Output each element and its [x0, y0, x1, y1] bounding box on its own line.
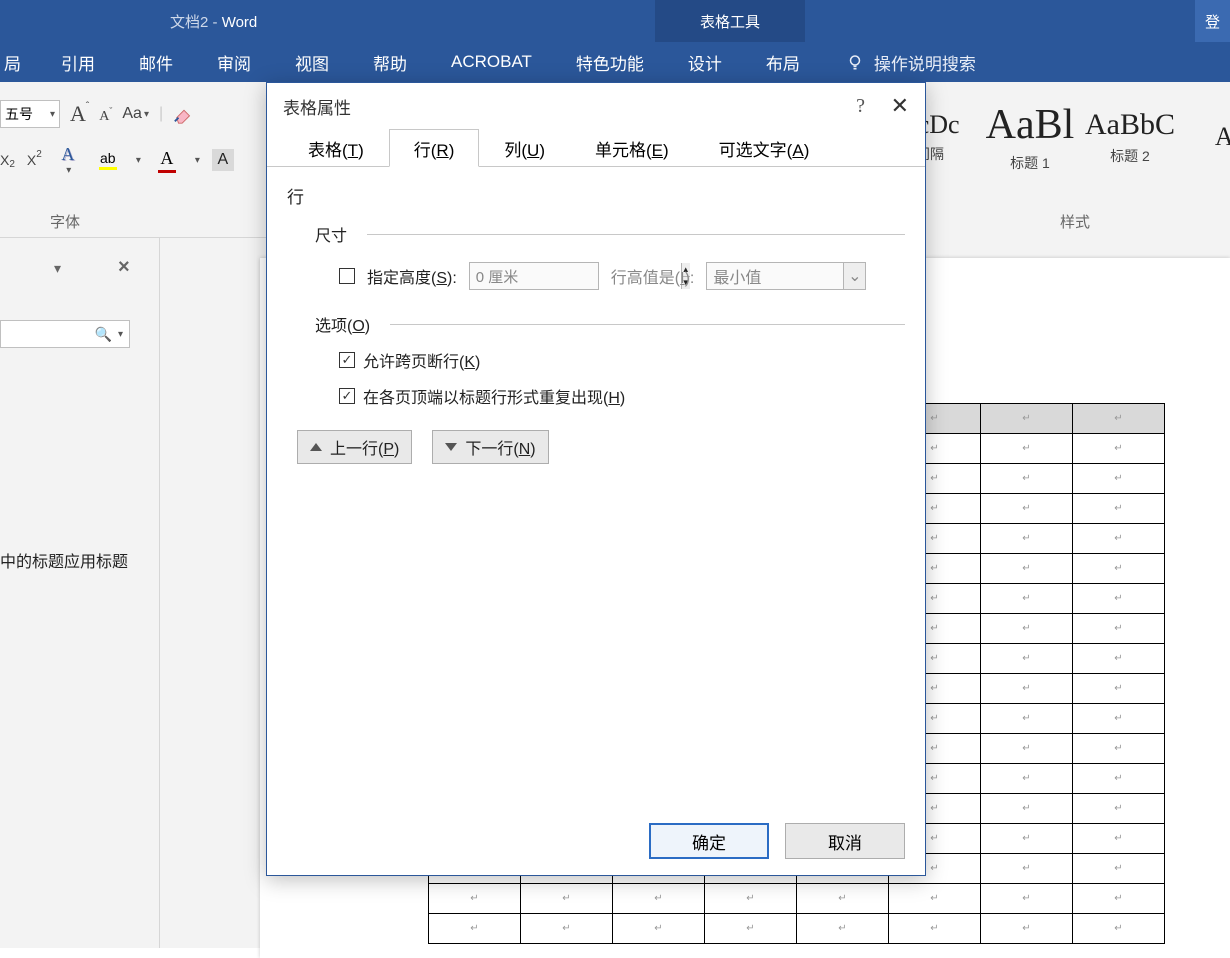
close-icon[interactable]: × [118, 256, 130, 279]
login-button[interactable]: 登 [1195, 0, 1230, 42]
font-size-combo[interactable]: 五号 ▾ [0, 100, 60, 128]
app-name: Word [222, 14, 258, 31]
table-properties-dialog: 表格属性 ? ✕ 表格(T) 行(R) 列(U) 单元格(E) 可选文字(A) … [266, 82, 926, 876]
tell-me-search[interactable]: 操作说明搜索 [822, 50, 976, 75]
ribbon-tab[interactable]: 审阅 [195, 42, 273, 82]
chevron-down-icon[interactable]: ▾ [136, 155, 141, 166]
divider: | [159, 105, 163, 123]
ribbon-tab[interactable]: 帮助 [351, 42, 429, 82]
size-section-label: 尺寸 [315, 222, 905, 246]
height-spinbox[interactable]: ▲ ▼ [469, 262, 599, 290]
prev-row-button[interactable]: 上一行(P) [297, 430, 412, 464]
nav-search-input[interactable]: 🔍 ▾ [0, 320, 130, 348]
window-title: 文档2 - Word [170, 11, 257, 32]
group-label: 字体 [50, 211, 80, 232]
styles-group: CcDc 间隔 AaBl 标题 1 AaBbC 标题 2 Aa 样式 [920, 82, 1230, 238]
allow-break-label: 允许跨页断行(K) [363, 348, 480, 372]
chevron-down-icon[interactable]: ▾ [54, 260, 61, 277]
text-effects-button[interactable]: A ▾ [54, 144, 82, 176]
triangle-down-icon [445, 443, 457, 451]
options-section-label: 选项(O) [315, 312, 905, 336]
change-case-button[interactable]: Aa▾ [122, 105, 149, 123]
nav-hint-text: 中的标题应用标题 [0, 548, 150, 572]
superscript-button[interactable]: X2 [27, 152, 42, 168]
row-height-mode-select[interactable]: 最小值 ⌄ [706, 262, 866, 290]
grow-font-button[interactable]: Aˆ [70, 101, 89, 127]
tab-alttext[interactable]: 可选文字(A) [694, 129, 835, 167]
contextual-tab-tabletools: 表格工具 [655, 0, 805, 42]
ribbon-tab[interactable]: 布局 [744, 42, 822, 82]
row-heading: 行 [287, 183, 905, 208]
ribbon-tab[interactable]: 视图 [273, 42, 351, 82]
chevron-down-icon[interactable]: ▾ [195, 155, 200, 166]
lightbulb-icon [846, 53, 864, 71]
style-tile[interactable]: Aa [1180, 92, 1230, 182]
dialog-footer: 确定 取消 [649, 823, 905, 859]
search-icon: 🔍 [95, 326, 112, 343]
shrink-font-button[interactable]: Aˇ [99, 109, 112, 125]
help-icon[interactable]: ? [856, 95, 865, 118]
title-bar: 文档2 - Word 表格工具 登 [0, 0, 1230, 42]
font-color-button[interactable]: A [153, 148, 181, 173]
tab-cell[interactable]: 单元格(E) [570, 129, 694, 167]
dialog-body: 行 尺寸 指定高度(S): ▲ ▼ 行高值是(I): 最小值 [267, 167, 925, 480]
ribbon-tabs: 局 引用 邮件 审阅 视图 帮助 ACROBAT 特色功能 设计 布局 操作说明… [0, 42, 1230, 82]
doc-name: 文档2 [170, 14, 208, 31]
ok-button[interactable]: 确定 [649, 823, 769, 859]
ribbon-tab[interactable]: 局 [0, 42, 39, 82]
font-group: 五号 ▾ Aˆ Aˇ Aa▾ | X2 X2 A ▾ ab ▾ A [0, 82, 268, 238]
style-tile[interactable]: AaBl 标题 1 [980, 92, 1080, 182]
tab-row[interactable]: 行(R) [389, 129, 480, 167]
specify-height-checkbox[interactable] [339, 268, 355, 284]
highlight-button[interactable]: ab [94, 150, 122, 170]
ribbon-tab[interactable]: ACROBAT [429, 42, 554, 82]
subscript-button[interactable]: X2 [0, 152, 15, 168]
style-tile[interactable]: AaBbC 标题 2 [1080, 92, 1180, 182]
navigation-pane: ▾ × 🔍 ▾ 中的标题应用标题 [0, 238, 160, 948]
triangle-up-icon [310, 443, 322, 451]
next-row-button[interactable]: 下一行(N) [432, 430, 548, 464]
repeat-header-checkbox[interactable] [339, 388, 355, 404]
repeat-header-label: 在各页顶端以标题行形式重复出现(H) [363, 384, 625, 408]
row-height-is-label: 行高值是(I): [611, 264, 695, 288]
chevron-down-icon: ▾ [50, 109, 55, 120]
cancel-button[interactable]: 取消 [785, 823, 905, 859]
ribbon-tab[interactable]: 引用 [39, 42, 117, 82]
eraser-icon [173, 103, 195, 125]
tab-column[interactable]: 列(U) [479, 129, 570, 167]
ribbon-tab[interactable]: 特色功能 [554, 42, 666, 82]
specify-height-label: 指定高度(S): [367, 264, 457, 288]
ribbon-tab[interactable]: 设计 [666, 42, 744, 82]
clear-formatting-button[interactable] [173, 103, 195, 125]
character-shading-button[interactable]: A [212, 149, 234, 171]
tab-table[interactable]: 表格(T) [283, 129, 389, 167]
allow-break-checkbox[interactable] [339, 352, 355, 368]
chevron-down-icon: ⌄ [843, 263, 865, 289]
ribbon-tab[interactable]: 邮件 [117, 42, 195, 82]
dialog-tabs: 表格(T) 行(R) 列(U) 单元格(E) 可选文字(A) [267, 129, 925, 167]
chevron-down-icon[interactable]: ▾ [118, 329, 123, 340]
group-label: 样式 [920, 211, 1230, 232]
close-icon[interactable]: ✕ [891, 93, 909, 119]
dialog-title: 表格属性 [267, 83, 925, 129]
